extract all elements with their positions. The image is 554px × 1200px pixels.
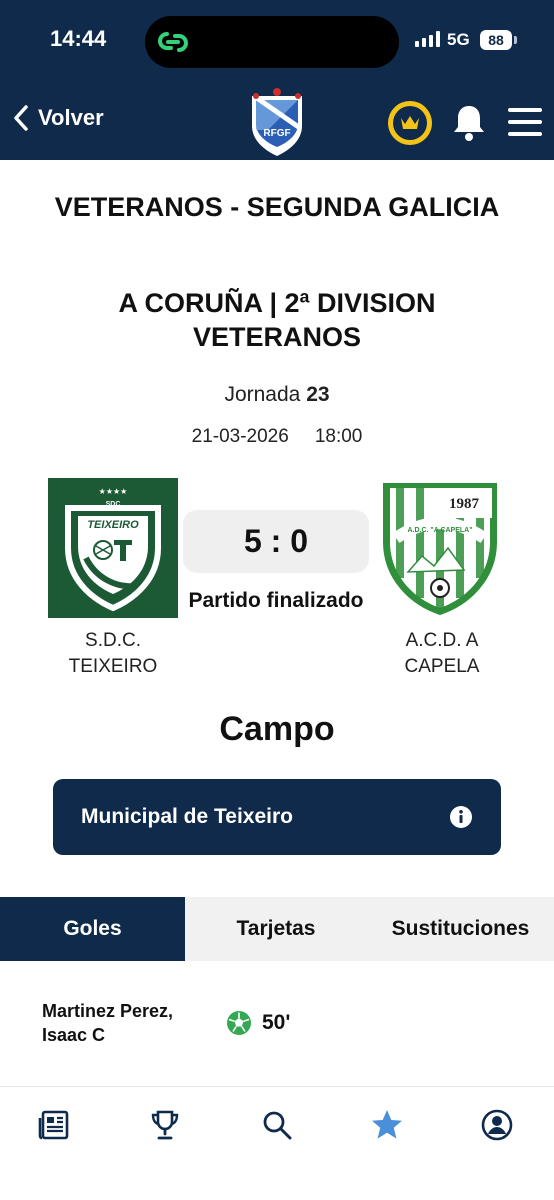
tab-substitutions[interactable]: Sustituciones [367, 897, 554, 961]
chevron-left-icon [14, 105, 28, 131]
away-team-name[interactable]: A.C.D. A CAPELA [372, 628, 512, 680]
goal-scorer: Martinez Perez, Isaac C [42, 1001, 174, 1045]
network-type: 5G [447, 30, 470, 49]
round-label: Jornada [224, 383, 301, 406]
search-icon [263, 1111, 292, 1140]
signal-icon [415, 31, 440, 47]
match-datetime: 21-03-2026 18:00 [0, 426, 554, 448]
bell-icon[interactable] [451, 103, 487, 143]
nav-news[interactable] [35, 1105, 75, 1145]
svg-text:1987: 1987 [449, 496, 480, 512]
star-icon [372, 1110, 402, 1139]
svg-text:★★★★: ★★★★ [99, 487, 128, 496]
match-time: 18:00 [314, 426, 363, 447]
soccer-ball-icon [227, 1011, 251, 1035]
status-time: 14:44 [50, 26, 107, 51]
round-info: Jornada 23 [0, 383, 554, 407]
svg-text:RFGF: RFGF [263, 128, 290, 139]
back-button[interactable]: Volver [12, 104, 104, 132]
battery-icon: 88 [480, 30, 512, 50]
crown-icon [401, 116, 419, 129]
home-team-name[interactable]: S.D.C. TEIXEIRO [43, 628, 183, 680]
status-bar: 14:44 5G 88 [0, 0, 554, 80]
venue-name: Municipal de Teixeiro [81, 805, 293, 828]
goal-minute: 50' [262, 1011, 291, 1034]
news-icon [38, 1110, 69, 1140]
back-label: Volver [38, 105, 104, 130]
competition-title: VETERANOS - SEGUNDA GALICIA [54, 192, 500, 222]
nav-profile[interactable] [477, 1105, 517, 1145]
tab-goals[interactable]: Goles [0, 897, 185, 961]
goal-event-row: Martinez Perez, Isaac C 50' [42, 997, 522, 1049]
profile-icon [481, 1109, 513, 1141]
nav-competitions[interactable] [145, 1105, 185, 1145]
match-date: 21-03-2026 [191, 426, 289, 447]
info-icon[interactable] [449, 805, 473, 829]
rfgf-logo[interactable]: RFGF [246, 84, 308, 158]
tab-cards[interactable]: Tarjetas [185, 897, 367, 961]
away-team-crest[interactable]: 1987 A.D.C. "A CAPELA" [378, 480, 502, 616]
link-app-icon [158, 32, 188, 52]
svg-text:TEIXEIRO: TEIXEIRO [87, 519, 139, 531]
match-status: Partido finalizado [188, 589, 364, 612]
venue-card[interactable]: Municipal de Teixeiro [53, 779, 501, 855]
venue-section-title: Campo [219, 710, 335, 748]
competition-group: A CORUÑA | 2ª DIVISION VETERANOS [118, 288, 436, 352]
app-header: 14:44 5G 88 Volver RFGF [0, 0, 554, 160]
round-number: 23 [306, 383, 330, 406]
menu-icon[interactable] [508, 108, 542, 136]
svg-text:A.D.C. "A CAPELA": A.D.C. "A CAPELA" [407, 527, 472, 534]
nav-search[interactable] [257, 1105, 297, 1145]
event-tabs: Goles Tarjetas Sustituciones [0, 897, 554, 961]
home-team-crest[interactable]: ★★★★ SDC TEIXEIRO [48, 478, 178, 618]
trophy-icon [151, 1110, 179, 1140]
nav-favorites[interactable] [367, 1105, 407, 1145]
premium-button[interactable] [388, 101, 432, 145]
battery-tip [514, 36, 517, 44]
bottom-navigation [0, 1086, 554, 1200]
dynamic-island [145, 16, 399, 68]
match-score: 5 : 0 [183, 510, 369, 573]
